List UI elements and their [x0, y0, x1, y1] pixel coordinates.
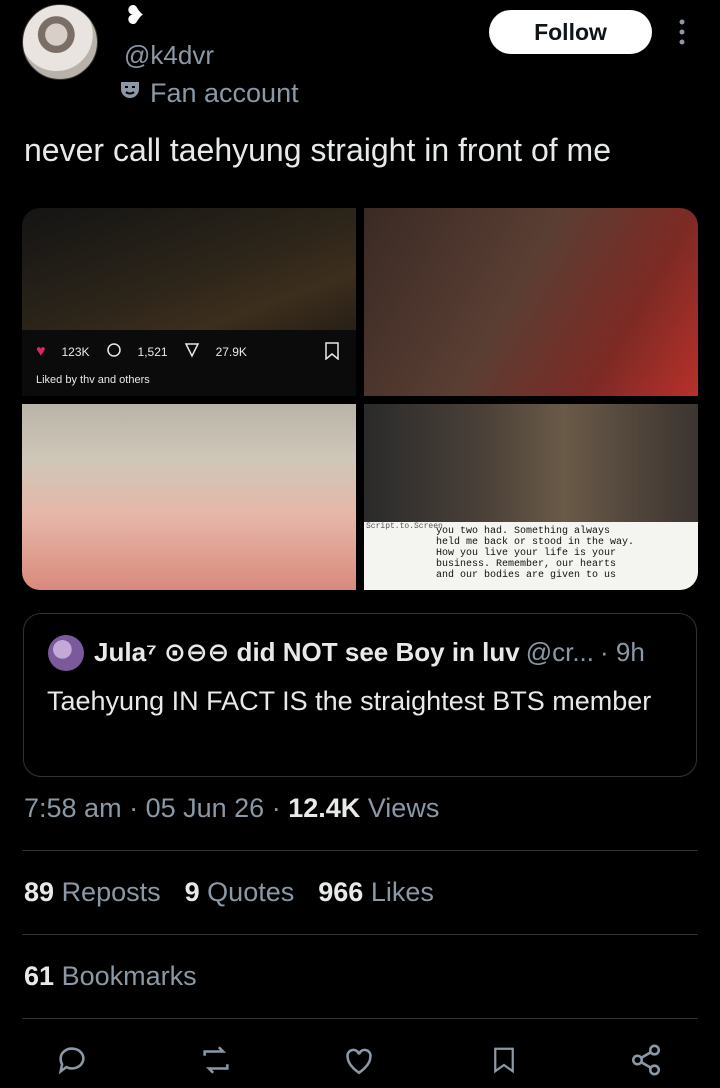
- media-grid: ♥ 123K 1,521 27.9K Liked by thv and othe…: [22, 208, 698, 590]
- likes-count: 123K: [61, 344, 90, 359]
- share-icon[interactable]: [626, 1040, 666, 1080]
- meta-sep-2: ·: [271, 793, 289, 823]
- heart-icon: ♥: [36, 342, 46, 360]
- author-handle[interactable]: @k4dvr: [124, 40, 214, 71]
- media-image-3[interactable]: [22, 404, 356, 590]
- follow-button[interactable]: Follow: [489, 10, 652, 54]
- bookmarks-label: Bookmarks: [61, 961, 197, 991]
- author-avatar[interactable]: [22, 4, 98, 80]
- divider: [22, 1018, 698, 1019]
- comments-count: 1,521: [137, 344, 168, 359]
- divider: [22, 850, 698, 851]
- media-image-4[interactable]: you two had. Something always held me ba…: [364, 404, 698, 590]
- instagram-stats: ♥ 123K 1,521 27.9K: [36, 342, 247, 361]
- instagram-overlay: [22, 330, 356, 396]
- author-name[interactable]: ❥: [124, 2, 146, 28]
- save-icon: [324, 342, 340, 365]
- reposts-label: Reposts: [61, 877, 161, 907]
- media-image-1[interactable]: ♥ 123K 1,521 27.9K Liked by thv and othe…: [22, 208, 356, 396]
- engagement-stats: 89 Reposts 9 Quotes 966 Likes: [24, 877, 434, 908]
- reposts-count: 89: [24, 877, 55, 907]
- bookmarks-stat[interactable]: 61 Bookmarks: [24, 961, 197, 992]
- bookmark-icon[interactable]: [484, 1040, 524, 1080]
- tweet-meta: 7:58 am · 05 Jun 26 · 12.4K Views: [24, 793, 439, 824]
- shares-count: 27.9K: [215, 344, 247, 359]
- heart-icon[interactable]: [339, 1040, 379, 1080]
- script-watermark: Script.to.Screen: [366, 522, 443, 531]
- script-caption: you two had. Something always held me ba…: [364, 522, 698, 590]
- quoted-time: · 9h: [600, 637, 645, 667]
- reply-icon[interactable]: [52, 1040, 92, 1080]
- divider: [22, 934, 698, 935]
- more-options-icon[interactable]: [672, 14, 692, 50]
- action-bar: [0, 1040, 720, 1084]
- comment-icon: [106, 342, 122, 361]
- liked-by-text: Liked by thv and others: [36, 374, 150, 386]
- tweet-time[interactable]: 7:58 am: [24, 793, 122, 823]
- tweet-text: never call taehyung straight in front of…: [24, 132, 611, 168]
- likes-label: Likes: [370, 877, 434, 907]
- quoted-author-handle[interactable]: @cr...: [526, 637, 594, 668]
- quoted-avatar[interactable]: [48, 635, 84, 671]
- quoted-author-name[interactable]: Jula⁷ ⊙⊖⊖ did NOT see Boy in luv: [94, 637, 520, 668]
- quotes-label: Quotes: [207, 877, 295, 907]
- quotes-count: 9: [184, 877, 200, 907]
- fan-account-badge: Fan account: [118, 78, 299, 109]
- views-label: Views: [367, 793, 440, 823]
- repost-icon[interactable]: [196, 1040, 236, 1080]
- media-image-2[interactable]: [364, 208, 698, 396]
- send-icon: [184, 342, 200, 361]
- quoted-header: Jula⁷ ⊙⊖⊖ did NOT see Boy in luv @cr... …: [94, 637, 645, 668]
- bookmarks-count: 61: [24, 961, 55, 991]
- likes-count: 966: [318, 877, 364, 907]
- video-still: [364, 404, 698, 522]
- views-count: 12.4K: [288, 793, 361, 823]
- tweet-date[interactable]: 05 Jun 26: [146, 793, 265, 823]
- fan-account-label: Fan account: [150, 78, 299, 108]
- likes-stat[interactable]: 966 Likes: [318, 877, 434, 908]
- meta-sep-1: ·: [129, 793, 146, 823]
- reposts-stat[interactable]: 89 Reposts: [24, 877, 161, 908]
- quoted-text: Taehyung IN FACT IS the straightest BTS …: [47, 686, 652, 716]
- quotes-stat[interactable]: 9 Quotes: [185, 877, 295, 908]
- mask-icon: [118, 78, 142, 109]
